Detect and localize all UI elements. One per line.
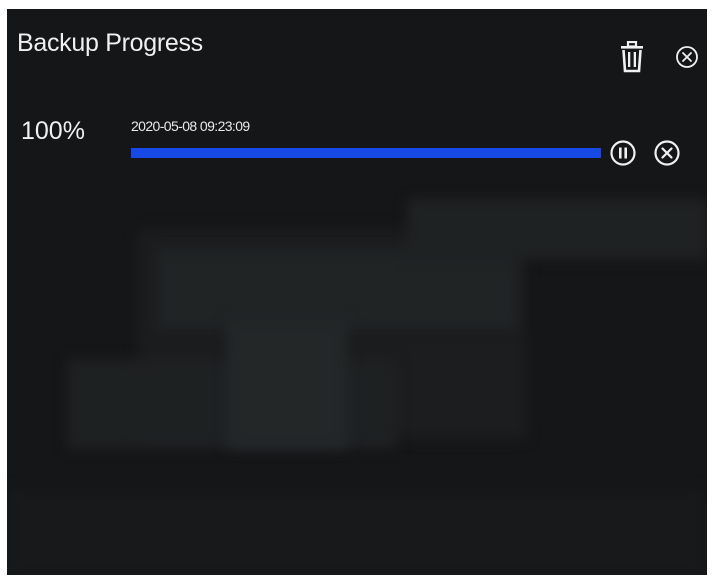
background-feed-shape (227, 319, 347, 449)
backup-progress-dialog: Backup Progress 100% 2020-05-08 09:23:09 (7, 9, 707, 575)
close-circle-icon[interactable] (675, 45, 699, 69)
background-feed-shape (157, 249, 517, 329)
cancel-circle-icon[interactable] (653, 139, 681, 167)
pause-circle-icon[interactable] (609, 139, 637, 167)
progress-bar (131, 148, 601, 158)
backup-timestamp: 2020-05-08 09:23:09 (131, 118, 250, 134)
background-feed-shape (407, 199, 707, 259)
progress-percent: 100% (21, 117, 85, 145)
progress-bar-fill (131, 148, 601, 158)
background-feed-shape (7, 489, 707, 575)
dialog-title: Backup Progress (17, 29, 203, 57)
trash-icon[interactable] (619, 40, 645, 73)
